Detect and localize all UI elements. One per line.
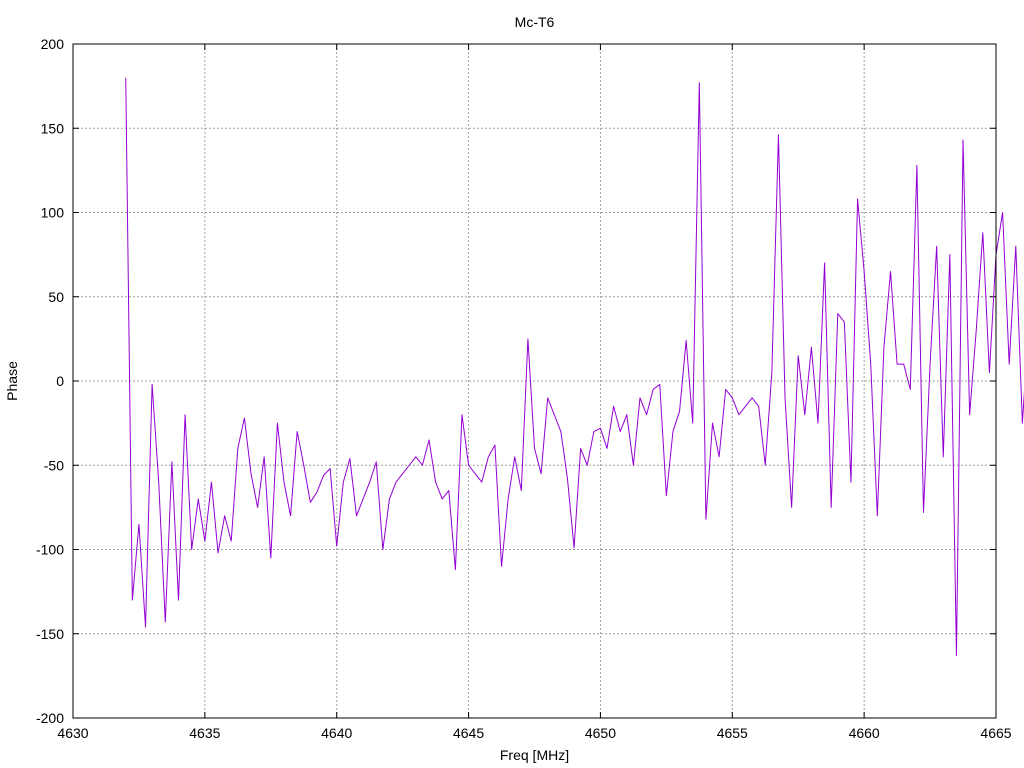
y-tick-label: -50 [44, 457, 64, 473]
x-tick-label: 4660 [849, 725, 880, 741]
x-tick-label: 4635 [189, 725, 220, 741]
x-tick-label: 4645 [453, 725, 484, 741]
phase-chart: 4630 4635 4640 4645 4650 4655 4660 4665 -200 -150… [4, 14, 1024, 763]
y-tick-label: -100 [36, 542, 64, 558]
x-tick-label: 4630 [57, 725, 88, 741]
chart-title: Mc-T6 [515, 14, 555, 30]
y-tick-label: -200 [36, 710, 64, 726]
y-tick-label: 200 [41, 36, 65, 52]
x-tick-label: 4655 [717, 725, 748, 741]
x-tick-label: 4665 [980, 725, 1011, 741]
tick-labels: 4630 4635 4640 4645 4650 4655 4660 4665 -200 -150… [36, 36, 1012, 741]
grid-lines [73, 44, 996, 718]
x-axis-label: Freq [MHz] [500, 747, 569, 763]
x-tick-label: 4640 [321, 725, 352, 741]
y-tick-label: 50 [48, 289, 64, 305]
y-axis-label: Phase [4, 361, 20, 401]
y-tick-label: 100 [41, 205, 65, 221]
y-tick-label: -150 [36, 626, 64, 642]
x-tick-label: 4650 [585, 725, 616, 741]
y-tick-label: 150 [41, 120, 65, 136]
y-tick-label: 0 [56, 373, 64, 389]
